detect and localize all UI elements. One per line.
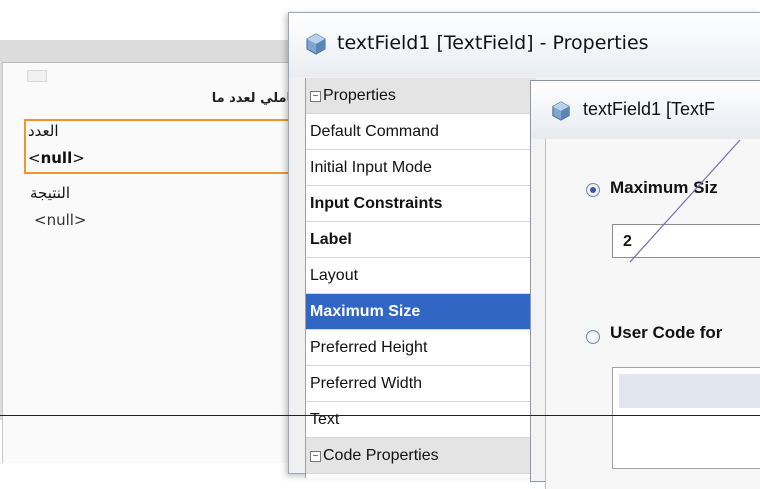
separator-line <box>0 415 760 416</box>
annotation-overlay <box>629 139 741 263</box>
annotation-arrow-line <box>629 139 741 263</box>
